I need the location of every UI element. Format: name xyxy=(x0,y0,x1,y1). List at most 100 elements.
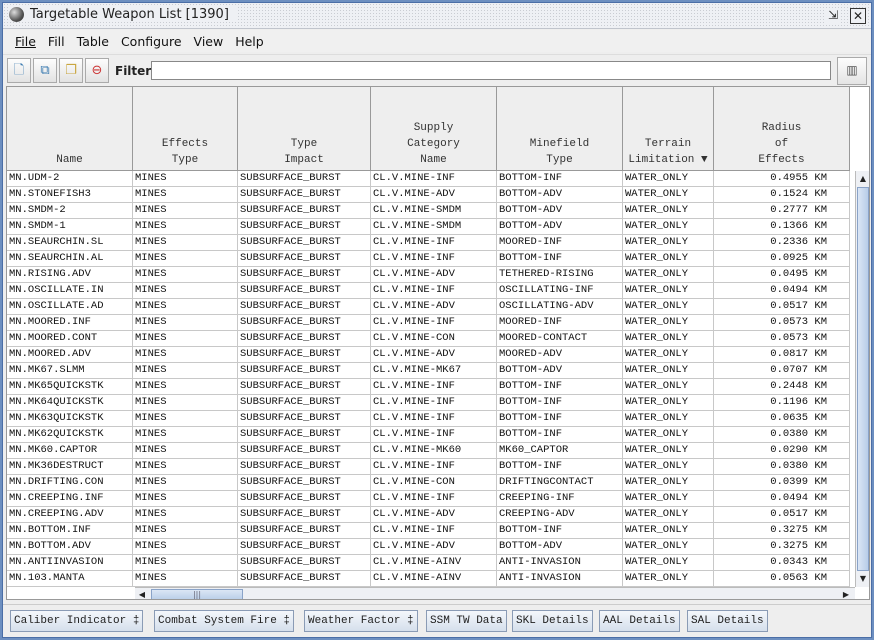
caliber-indicator-button[interactable]: Caliber Indicator ‡ xyxy=(10,610,144,632)
cell-name: MN.DRIFTING.CON xyxy=(7,475,133,490)
multi-copy-icon[interactable]: ❐ xyxy=(59,58,83,83)
cell-terrain-limitation: WATER_ONLY xyxy=(623,395,714,410)
table-row[interactable]: MN.STONEFISH3 MINES SUBSURFACE_BURST CL.V.M… xyxy=(7,187,850,203)
cell-type-impact: SUBSURFACE_BURST xyxy=(238,219,371,234)
cell-terrain-limitation: WATER_ONLY xyxy=(623,491,714,506)
cell-minefield-type: CREEPING-ADV xyxy=(497,507,623,522)
cell-name: MN.MOORED.CONT xyxy=(7,331,133,346)
ssm-tw-data-button[interactable]: SSM TW Data xyxy=(426,610,507,632)
horizontal-scroll-thumb[interactable]: ||| xyxy=(151,589,243,599)
cell-minefield-type: OSCILLATING-ADV xyxy=(497,299,623,314)
delete-document-icon[interactable]: ⊖ xyxy=(85,58,109,83)
cell-name: MN.103.MANTA xyxy=(7,571,133,586)
filter-label: Filter: xyxy=(115,64,157,78)
table-row[interactable]: MN.MK67.SLMM MINES SUBSURFACE_BURST CL.V.MI… xyxy=(7,363,850,379)
table-row[interactable]: MN.OSCILLATE.IN MINES SUBSURFACE_BURST CL.V… xyxy=(7,283,850,299)
table-row[interactable]: MN.MOORED.INF MINES SUBSURFACE_BURST CL.V.M… xyxy=(7,315,850,331)
cell-effects-type: MINES xyxy=(133,571,238,586)
table-row[interactable]: MN.OSCILLATE.AD MINES SUBSURFACE_BURST CL.V… xyxy=(7,299,850,315)
table-row[interactable]: MN.SMDM-2 MINES SUBSURFACE_BURST CL.V.MINE-… xyxy=(7,203,850,219)
table-row[interactable]: MN.ANTIINVASION MINES SUBSURFACE_BURST CL.V… xyxy=(7,555,850,571)
column-header-terrain-limitation[interactable]: Terrain Limitation ▼ xyxy=(623,87,714,170)
scroll-down-icon[interactable]: ▼ xyxy=(856,572,869,586)
column-header-supply-category-name[interactable]: Supply Category Name xyxy=(371,87,497,170)
cell-minefield-type: BOTTOM-ADV xyxy=(497,363,623,378)
table-row[interactable]: MN.SMDM-1 MINES SUBSURFACE_BURST CL.V.MINE-… xyxy=(7,219,850,235)
cell-terrain-limitation: WATER_ONLY xyxy=(623,507,714,522)
table-row[interactable]: MN.CREEPING.INF MINES SUBSURFACE_BURST CL.V… xyxy=(7,491,850,507)
table-row[interactable]: MN.CREEPING.ADV MINES SUBSURFACE_BURST CL.V… xyxy=(7,507,850,523)
cell-supply-category-name: CL.V.MINE-INF xyxy=(371,459,497,474)
table-row[interactable]: MN.MOORED.CONT MINES SUBSURFACE_BURST CL.V.… xyxy=(7,331,850,347)
skl-details-button[interactable]: SKL Details xyxy=(512,610,593,632)
table-row[interactable]: MN.MK63QUICKSTK MINES SUBSURFACE_BURST CL.V… xyxy=(7,411,850,427)
cell-effects-type: MINES xyxy=(133,491,238,506)
cell-terrain-limitation: WATER_ONLY xyxy=(623,235,714,250)
table-row[interactable]: MN.BOTTOM.ADV MINES SUBSURFACE_BURST CL.V.M… xyxy=(7,539,850,555)
column-header-effects-type[interactable]: Effects Type xyxy=(133,87,238,170)
column-header-minefield-type[interactable]: Minefield Type xyxy=(497,87,623,170)
scroll-right-icon[interactable]: ▶ xyxy=(839,588,853,599)
menu-configure[interactable]: Configure xyxy=(115,34,188,49)
cell-minefield-type: BOTTOM-ADV xyxy=(497,539,623,554)
menu-fill[interactable]: Fill xyxy=(42,34,71,49)
copy-document-icon[interactable]: ⧉ xyxy=(33,58,57,83)
table-row[interactable]: MN.MK36DESTRUCT MINES SUBSURFACE_BURST CL.V… xyxy=(7,459,850,475)
table-row[interactable]: MN.MK60.CAPTOR MINES SUBSURFACE_BURST CL.V.… xyxy=(7,443,850,459)
vertical-scroll-thumb[interactable] xyxy=(857,187,869,571)
table-row[interactable]: MN.DRIFTING.CON MINES SUBSURFACE_BURST CL.V… xyxy=(7,475,850,491)
cell-radius-of-effects: 0.0517 KM xyxy=(714,299,850,314)
table-row[interactable]: MN.MK65QUICKSTK MINES SUBSURFACE_BURST CL.V… xyxy=(7,379,850,395)
table-row[interactable]: MN.103.MANTA MINES SUBSURFACE_BURST CL.V.MI… xyxy=(7,571,850,587)
cell-terrain-limitation: WATER_ONLY xyxy=(623,555,714,570)
table-row[interactable]: MN.UDM-2 MINES SUBSURFACE_BURST CL.V.MINE-I… xyxy=(7,171,850,187)
cell-supply-category-name: CL.V.MINE-SMDM xyxy=(371,203,497,218)
cell-effects-type: MINES xyxy=(133,283,238,298)
cell-name: MN.ANTIINVASION xyxy=(7,555,133,570)
table-header: Name Effects Type Type Impact Supply Catego… xyxy=(7,87,850,171)
sal-details-button[interactable]: SAL Details xyxy=(687,610,768,632)
menu-help[interactable]: Help xyxy=(229,34,270,49)
column-header-radius-of-effects[interactable]: Radius of Effects xyxy=(714,87,850,170)
table-row[interactable]: MN.MOORED.ADV MINES SUBSURFACE_BURST CL.V.M… xyxy=(7,347,850,363)
table-row[interactable]: MN.MK64QUICKSTK MINES SUBSURFACE_BURST CL.V… xyxy=(7,395,850,411)
column-header-name[interactable]: Name xyxy=(7,87,133,170)
menu-file[interactable]: File xyxy=(9,34,42,49)
title-bar[interactable]: Targetable Weapon List [1390] ⇲ ✕ xyxy=(3,3,871,29)
table-row[interactable]: MN.MK62QUICKSTK MINES SUBSURFACE_BURST CL.V… xyxy=(7,427,850,443)
cell-name: MN.CREEPING.INF xyxy=(7,491,133,506)
new-document-icon[interactable]: 🗋 xyxy=(7,58,31,83)
cell-radius-of-effects: 0.3275 KM xyxy=(714,539,850,554)
cell-effects-type: MINES xyxy=(133,347,238,362)
table-row[interactable]: MN.BOTTOM.INF MINES SUBSURFACE_BURST CL.V.M… xyxy=(7,523,850,539)
column-chooser-icon[interactable]: ▥ xyxy=(837,57,867,85)
cell-name: MN.UDM-2 xyxy=(7,171,133,186)
cell-type-impact: SUBSURFACE_BURST xyxy=(238,539,371,554)
bomb-app-icon xyxy=(9,7,24,22)
cell-minefield-type: BOTTOM-INF xyxy=(497,427,623,442)
cell-supply-category-name: CL.V.MINE-CON xyxy=(371,475,497,490)
cell-radius-of-effects: 0.0399 KM xyxy=(714,475,850,490)
aal-details-button[interactable]: AAL Details xyxy=(599,610,680,632)
restore-icon[interactable]: ⇲ xyxy=(825,8,841,24)
table-row[interactable]: MN.SEAURCHIN.SL MINES SUBSURFACE_BURST CL.V… xyxy=(7,235,850,251)
table-row[interactable]: MN.RISING.ADV MINES SUBSURFACE_BURST CL.V.M… xyxy=(7,267,850,283)
filter-input[interactable] xyxy=(151,61,831,80)
menu-table[interactable]: Table xyxy=(71,34,115,49)
cell-name: MN.STONEFISH3 xyxy=(7,187,133,202)
cell-type-impact: SUBSURFACE_BURST xyxy=(238,475,371,490)
cell-name: MN.MK62QUICKSTK xyxy=(7,427,133,442)
horizontal-scrollbar[interactable]: ◀ ||| ▶ xyxy=(135,587,855,599)
close-icon[interactable]: ✕ xyxy=(850,8,866,24)
combat-system-fire-button[interactable]: Combat System Fire ‡ xyxy=(154,610,295,632)
table-row[interactable]: MN.SEAURCHIN.AL MINES SUBSURFACE_BURST CL.V… xyxy=(7,251,850,267)
scroll-left-icon[interactable]: ◀ xyxy=(135,588,149,599)
cell-radius-of-effects: 0.1196 KM xyxy=(714,395,850,410)
menu-view[interactable]: View xyxy=(188,34,230,49)
toolbar: 🗋 ⧉ ❐ ⊖ Filter: ▥ xyxy=(3,54,871,87)
cell-radius-of-effects: 0.0290 KM xyxy=(714,443,850,458)
column-header-type-impact[interactable]: Type Impact xyxy=(238,87,371,170)
scroll-up-icon[interactable]: ▲ xyxy=(856,172,869,186)
weather-factor-button[interactable]: Weather Factor ‡ xyxy=(304,610,418,632)
vertical-scrollbar[interactable]: ▲ ▼ xyxy=(855,171,869,587)
